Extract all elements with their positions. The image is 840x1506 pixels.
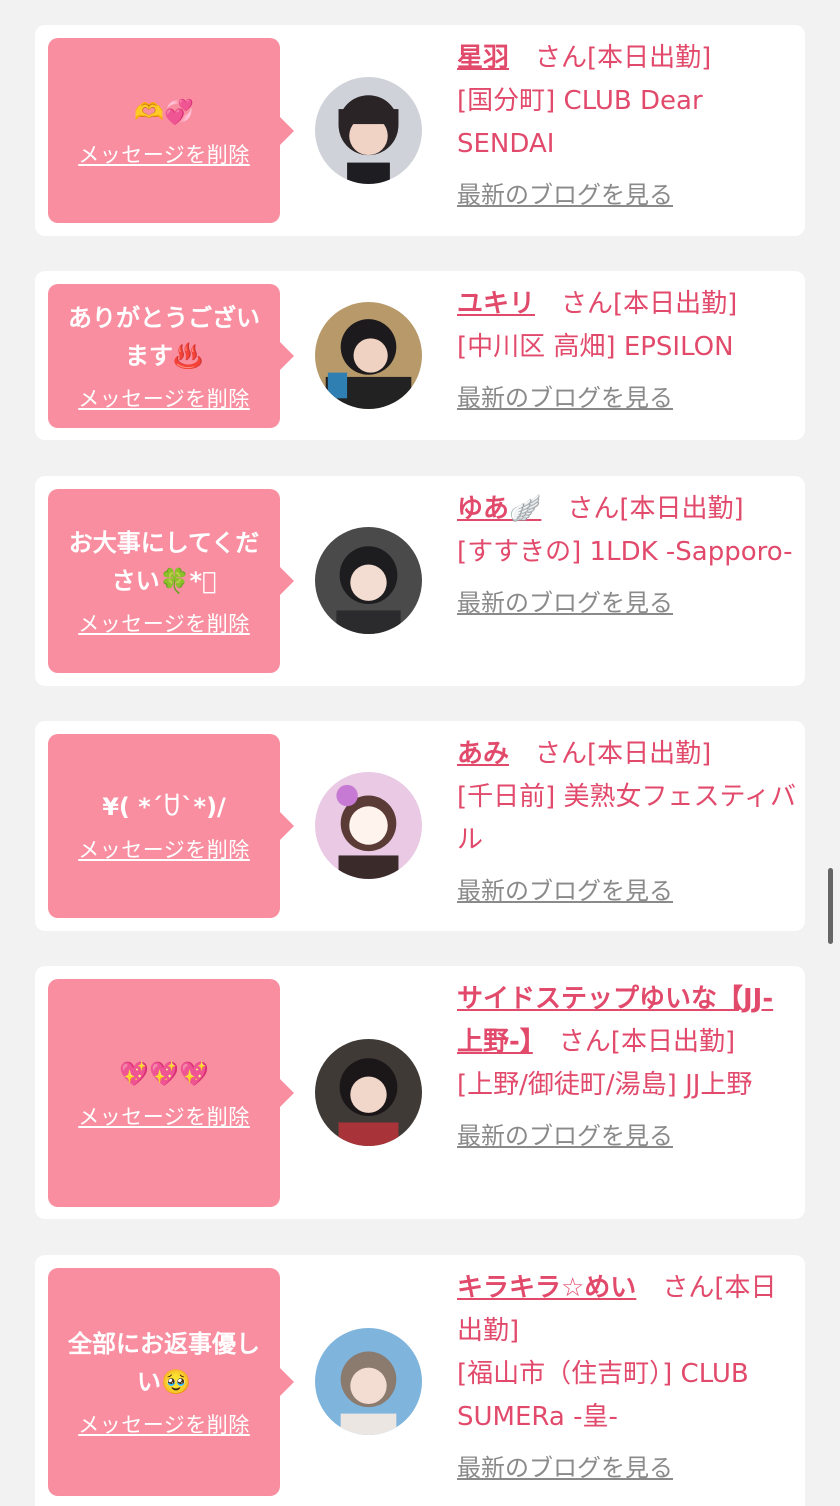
cast-name-link[interactable]: ゆあ🪽 [457, 494, 541, 524]
blog-link[interactable]: 最新のブログを見る [457, 377, 673, 420]
delete-message-link[interactable]: メッセージを削除 [78, 383, 250, 413]
cast-info: ゆあ🪽 さん[本日出勤] [すすきの] 1LDK -Sapporo- 最新のブロ… [457, 488, 797, 625]
avatar[interactable] [315, 1328, 422, 1435]
avatar[interactable] [315, 527, 422, 634]
shop-name: [中川区 高畑] EPSILON [457, 332, 734, 362]
message-text: お大事にしてください🍀*ﾟ [68, 529, 260, 595]
delete-message-link[interactable]: メッセージを削除 [78, 834, 250, 864]
shop-name: [国分町] CLUB Dear SENDAI [457, 86, 703, 159]
blog-link[interactable]: 最新のブログを見る [457, 1115, 673, 1158]
cast-status: さん[本日出勤] [532, 1027, 736, 1057]
shop-name: [すすきの] 1LDK -Sapporo- [457, 537, 793, 567]
message-card: 全部にお返事優しい🥹 メッセージを削除 キラキラ☆めい さん[本日出勤] [福山… [35, 1255, 805, 1506]
message-card: ありがとうございます♨️ メッセージを削除 ユキリ さん[本日出勤] [中川区 … [35, 271, 805, 440]
delete-message-link[interactable]: メッセージを削除 [78, 1409, 250, 1439]
message-text: 🫶💞 [134, 97, 194, 126]
cast-status: さん[本日出勤] [541, 494, 744, 524]
message-bubble: 💖💖💖 メッセージを削除 [48, 979, 294, 1207]
cast-info: キラキラ☆めい さん[本日出勤] [福山市（住吉町）] CLUB SUMERa … [457, 1267, 797, 1490]
cast-info: あみ さん[本日出勤] [千日前] 美熟女フェスティバル 最新のブログを見る [457, 733, 797, 913]
cast-name-link[interactable]: ユキリ [457, 289, 535, 319]
cast-name-link[interactable]: キラキラ☆めい [457, 1273, 636, 1303]
shop-name: [上野/御徒町/湯島] JJ上野 [457, 1070, 753, 1100]
message-text: 全部にお返事優しい🥹 [68, 1330, 260, 1396]
message-text: ¥( *´ꇴ`*)/ [102, 793, 226, 821]
cast-info: 星羽 さん[本日出勤] [国分町] CLUB Dear SENDAI 最新のブロ… [457, 37, 797, 217]
avatar[interactable] [315, 772, 422, 879]
delete-message-link[interactable]: メッセージを削除 [78, 139, 250, 169]
message-card: お大事にしてください🍀*ﾟ メッセージを削除 ゆあ🪽 さん[本日出勤] [すすき… [35, 476, 805, 686]
message-card: 🫶💞 メッセージを削除 星羽 さん[本日出勤] [国分町] CLUB Dear … [35, 25, 805, 236]
cast-name-link[interactable]: あみ [457, 739, 509, 769]
shop-name: [千日前] 美熟女フェスティバル [457, 782, 796, 855]
message-bubble: お大事にしてください🍀*ﾟ メッセージを削除 [48, 489, 294, 673]
delete-message-link[interactable]: メッセージを削除 [78, 1101, 250, 1131]
cast-info: ユキリ さん[本日出勤] [中川区 高畑] EPSILON 最新のブログを見る [457, 283, 797, 420]
avatar[interactable] [315, 302, 422, 409]
message-bubble: 全部にお返事優しい🥹 メッセージを削除 [48, 1268, 294, 1496]
cast-status: さん[本日出勤] [509, 43, 712, 73]
cast-status: さん[本日出勤] [509, 739, 712, 769]
avatar[interactable] [315, 1039, 422, 1146]
blog-link[interactable]: 最新のブログを見る [457, 582, 673, 625]
cast-info: サイドステップゆいな【JJ-上野-】 さん[本日出勤] [上野/御徒町/湯島] … [457, 978, 797, 1158]
avatar[interactable] [315, 77, 422, 184]
shop-name: [福山市（住吉町）] CLUB SUMERa -皇- [457, 1359, 749, 1432]
blog-link[interactable]: 最新のブログを見る [457, 1447, 673, 1490]
message-text: 💖💖💖 [119, 1060, 209, 1088]
delete-message-link[interactable]: メッセージを削除 [78, 608, 250, 638]
message-card: 💖💖💖 メッセージを削除 サイドステップゆいな【JJ-上野-】 さん[本日出勤]… [35, 966, 805, 1219]
blog-link[interactable]: 最新のブログを見る [457, 174, 673, 217]
blog-link[interactable]: 最新のブログを見る [457, 870, 673, 913]
message-text: ありがとうございます♨️ [68, 304, 260, 370]
message-bubble: ¥( *´ꇴ`*)/ メッセージを削除 [48, 734, 294, 918]
message-card: ¥( *´ꇴ`*)/ メッセージを削除 あみ さん[本日出勤] [千日前] 美熟… [35, 721, 805, 931]
cast-name-link[interactable]: 星羽 [457, 43, 509, 73]
message-bubble: ありがとうございます♨️ メッセージを削除 [48, 284, 294, 428]
scrollbar[interactable] [828, 868, 833, 944]
message-bubble: 🫶💞 メッセージを削除 [48, 38, 294, 223]
cast-status: さん[本日出勤] [535, 289, 738, 319]
